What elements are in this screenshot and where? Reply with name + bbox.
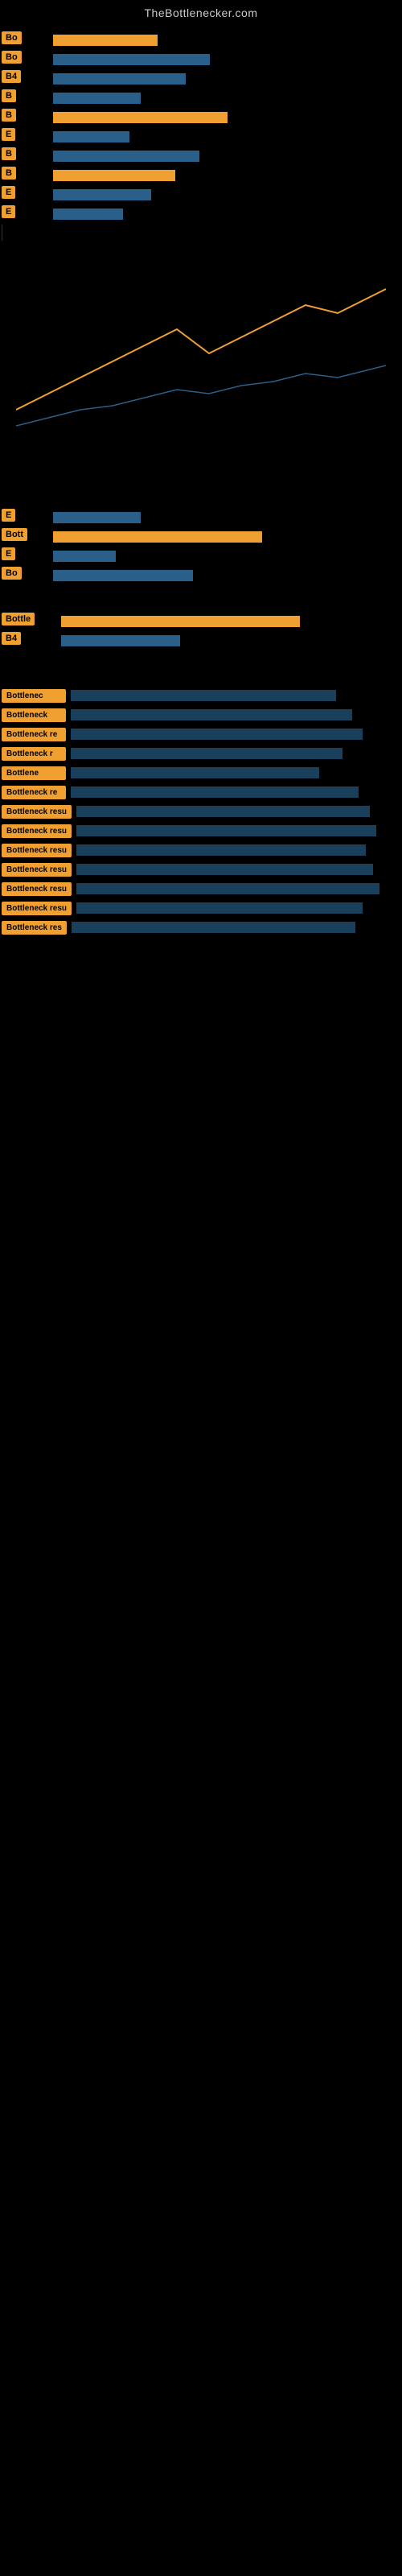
badge-1: Bo (2, 51, 22, 64)
bottom-badge-1: Bottleneck (2, 708, 66, 722)
bottom-badge-12: Bottleneck res (2, 921, 67, 935)
table-row: E (0, 128, 402, 145)
mid-badge-1: Bott (2, 528, 27, 541)
chart-area (16, 249, 386, 474)
bottom-badge-11: Bottleneck resu (2, 902, 72, 915)
list-item: Bottlene (0, 766, 402, 780)
badge-4: B (2, 109, 16, 122)
list-item: Bottleneck resu (0, 881, 402, 896)
bottom-badge-9: Bottleneck resu (2, 863, 72, 877)
bottom-rows-section: Bottlenec Bottleneck Bottleneck re Bottl… (0, 675, 402, 935)
list-item: Bottleneck resu (0, 843, 402, 857)
list-item: Bottlenec (0, 688, 402, 703)
bottom-badge-10: Bottleneck resu (2, 882, 72, 896)
site-title: TheBottlenecker.com (0, 0, 402, 23)
table-row: Bott (0, 528, 402, 545)
list-item: Bottleneck resu (0, 862, 402, 877)
table-row: E (0, 186, 402, 203)
badge-7: B (2, 167, 16, 180)
list-item: Bottleneck resu (0, 901, 402, 915)
list-item: Bottleneck r (0, 746, 402, 761)
table-row: Bo (0, 51, 402, 68)
mid-badge-2: E (2, 547, 15, 560)
bottom-badge-8: Bottleneck resu (2, 844, 72, 857)
list-item: Bottleneck res (0, 920, 402, 935)
list-item: Bottleneck (0, 708, 402, 722)
table-row: Bo (0, 31, 402, 48)
bottom-badge-4: Bottlene (2, 766, 66, 780)
bottom-badge-5: Bottleneck re (2, 786, 66, 799)
table-row: Bo (0, 567, 402, 584)
table-row: B4 (0, 632, 402, 649)
table-row: E (0, 509, 402, 526)
list-item: Bottleneck resu (0, 824, 402, 838)
list-item: Bottleneck re (0, 785, 402, 799)
badge-9: E (2, 205, 15, 218)
table-row: B (0, 109, 402, 126)
lower-badge-0: Bottle (2, 613, 35, 625)
table-row: E (0, 205, 402, 222)
badge-5: E (2, 128, 15, 141)
lower-rows-section: Bottle B4 (0, 613, 402, 649)
badge-6: B (2, 147, 16, 160)
bottom-badge-3: Bottleneck r (2, 747, 66, 761)
mid-rows-section: E Bott E Bo (0, 509, 402, 584)
badge-8: E (2, 186, 15, 199)
table-row: B (0, 167, 402, 184)
mid-badge-3: Bo (2, 567, 22, 580)
mid-badge-0: E (2, 509, 15, 522)
table-row: E (0, 547, 402, 564)
bottom-badge-2: Bottleneck re (2, 728, 66, 741)
list-item: Bottleneck resu (0, 804, 402, 819)
badge-3: B (2, 89, 16, 102)
bottom-badge-7: Bottleneck resu (2, 824, 72, 838)
list-item: Bottleneck re (0, 727, 402, 741)
bottom-badge-6: Bottleneck resu (2, 805, 72, 819)
top-rows-section: Bo Bo B4 B B (0, 23, 402, 222)
table-row: Bottle (0, 613, 402, 630)
table-row: B4 (0, 70, 402, 87)
table-row: B (0, 147, 402, 164)
table-row: B (0, 89, 402, 106)
badge-0: Bo (2, 31, 22, 44)
badge-2: B4 (2, 70, 21, 83)
lower-badge-1: B4 (2, 632, 21, 645)
bottom-badge-0: Bottlenec (2, 689, 66, 703)
